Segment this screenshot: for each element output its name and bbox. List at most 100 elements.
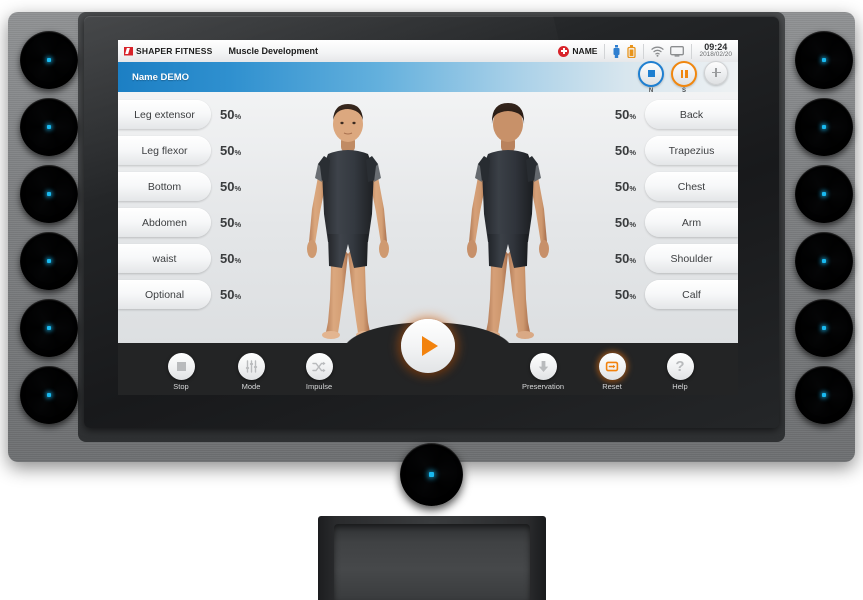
download-arrow-icon — [538, 361, 548, 372]
channel-value: 50% — [220, 107, 241, 122]
channel-button-leg-extensor[interactable]: Leg extensor — [118, 100, 211, 129]
channel-row: Optional 50% — [118, 280, 241, 309]
user-badge[interactable]: NAME — [558, 45, 597, 57]
channel-button-abdomen[interactable]: Abdomen — [118, 208, 211, 237]
mode-button[interactable]: Mode — [222, 353, 280, 391]
channel-value-number: 50 — [614, 215, 630, 230]
channel-button-bottom[interactable]: Bottom — [118, 172, 211, 201]
preservation-button[interactable]: Preservation — [514, 353, 572, 391]
touchscreen: SHAPER FITNESS Muscle Development NAME 0… — [118, 40, 738, 395]
page-title: Muscle Development — [228, 46, 319, 56]
channel-button-optional[interactable]: Optional — [118, 280, 211, 309]
reset-button[interactable]: Reset — [583, 353, 641, 391]
rotary-knob[interactable] — [795, 299, 853, 357]
channel-button-waist[interactable]: waist — [118, 244, 211, 273]
channel-row: Leg flexor 50% — [118, 136, 241, 165]
stop-button[interactable]: Stop — [152, 353, 210, 391]
channel-button-trapezius[interactable]: Trapezius — [645, 136, 738, 165]
pause-icon — [680, 69, 688, 78]
play-button[interactable] — [401, 319, 455, 373]
knob-led-icon — [429, 472, 434, 477]
reset-loop-icon — [605, 361, 619, 372]
channel-row: Abdomen 50% — [118, 208, 241, 237]
channel-value-unit: % — [629, 292, 636, 301]
divider — [604, 43, 606, 59]
channel-row: Bottom 50% — [118, 172, 241, 201]
channel-value-unit: % — [629, 220, 636, 229]
rotary-knob[interactable] — [795, 98, 853, 156]
channel-value: 50% — [220, 143, 241, 158]
user-badge-icon — [558, 45, 570, 57]
knob-led-icon — [822, 125, 826, 129]
rotary-knob[interactable] — [20, 31, 78, 89]
channel-value-unit: % — [234, 292, 242, 301]
square-icon — [647, 70, 655, 77]
channel-value: 50% — [615, 179, 636, 194]
channel-value: 50% — [220, 287, 241, 302]
main-rotary-knob[interactable] — [400, 443, 463, 506]
pause-circle-button[interactable]: S — [671, 60, 697, 94]
channel-value-number: 50 — [614, 107, 630, 122]
channel-button-back[interactable]: Back — [645, 100, 738, 129]
stop-circle-button[interactable]: N — [638, 60, 664, 94]
rotary-knob[interactable] — [795, 232, 853, 290]
channel-button-chest[interactable]: Chest — [645, 172, 738, 201]
rotary-knob[interactable] — [20, 366, 78, 424]
channel-button-arm[interactable]: Arm — [645, 208, 738, 237]
usb-icon — [613, 44, 620, 58]
channel-button-leg-flexor[interactable]: Leg flexor — [118, 136, 211, 165]
rotary-knob[interactable] — [795, 165, 853, 223]
add-circle-button[interactable] — [704, 60, 728, 86]
channel-row: 50% Trapezius — [615, 136, 738, 165]
rotary-knob[interactable] — [795, 31, 853, 89]
brand-logo: SHAPER FITNESS — [118, 46, 212, 56]
rotary-knob[interactable] — [20, 165, 78, 223]
channel-value-number: 50 — [220, 179, 235, 194]
preservation-button-label: Preservation — [521, 382, 565, 391]
channel-value: 50% — [220, 215, 241, 230]
channel-value: 50% — [615, 107, 636, 122]
knob-led-icon — [822, 58, 826, 62]
channel-row: 50% Arm — [615, 208, 738, 237]
status-icons-group-a — [612, 44, 637, 58]
channel-value-unit: % — [234, 112, 242, 121]
channel-value-unit: % — [629, 184, 636, 193]
channel-value-number: 50 — [614, 287, 630, 302]
channel-button-calf[interactable]: Calf — [645, 280, 738, 309]
channel-row: 50% Calf — [615, 280, 738, 309]
clock: 09:24 2018/02/20 — [699, 42, 738, 59]
channel-value-unit: % — [234, 256, 242, 265]
knob-led-icon — [822, 326, 826, 330]
channel-button-shoulder[interactable]: Shoulder — [645, 244, 738, 273]
session-name: Name DEMO — [132, 71, 190, 83]
play-triangle-icon — [422, 336, 438, 356]
brand-name: SHAPER FITNESS — [136, 46, 213, 56]
status-icons-group-b — [651, 45, 685, 57]
channel-row: waist 50% — [118, 244, 241, 273]
help-button[interactable]: ? Help — [651, 353, 709, 391]
bottom-toolbar: Stop Mode Impulse Preservation Reset ? H… — [118, 305, 738, 395]
channel-value-number: 50 — [614, 251, 630, 266]
knob-led-icon — [47, 58, 51, 62]
impulse-button[interactable]: Impulse — [290, 353, 348, 391]
rotary-knob[interactable] — [20, 98, 78, 156]
divider — [691, 43, 693, 59]
impulse-button-label: Impulse — [305, 382, 333, 391]
channel-row: 50% Chest — [615, 172, 738, 201]
rotary-knob[interactable] — [20, 232, 78, 290]
reset-button-label: Reset — [602, 382, 622, 391]
channel-value-unit: % — [234, 148, 242, 157]
sliders-icon — [245, 360, 257, 373]
channel-value-number: 50 — [220, 251, 235, 266]
rotary-knob[interactable] — [20, 299, 78, 357]
channel-value: 50% — [615, 215, 636, 230]
ems-control-device: SHAPER FITNESS Muscle Development NAME 0… — [0, 0, 863, 600]
question-mark-icon: ? — [675, 358, 685, 375]
monitor-icon — [670, 45, 685, 57]
session-name-bar: Name DEMO N S — [118, 60, 738, 94]
rotary-knob[interactable] — [795, 366, 853, 424]
channel-value-unit: % — [234, 220, 242, 229]
channel-value: 50% — [615, 143, 636, 158]
channel-row: 50% Shoulder — [615, 244, 738, 273]
channel-value-unit: % — [234, 184, 242, 193]
